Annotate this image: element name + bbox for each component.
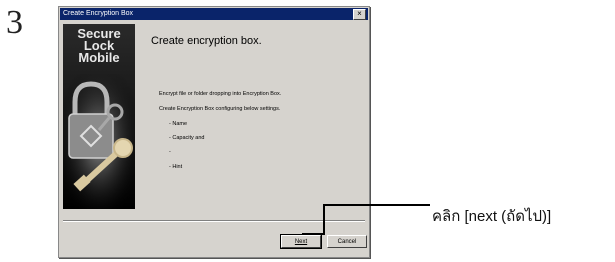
callout-label: คลิก [next (ถัดไป)] — [432, 208, 552, 225]
